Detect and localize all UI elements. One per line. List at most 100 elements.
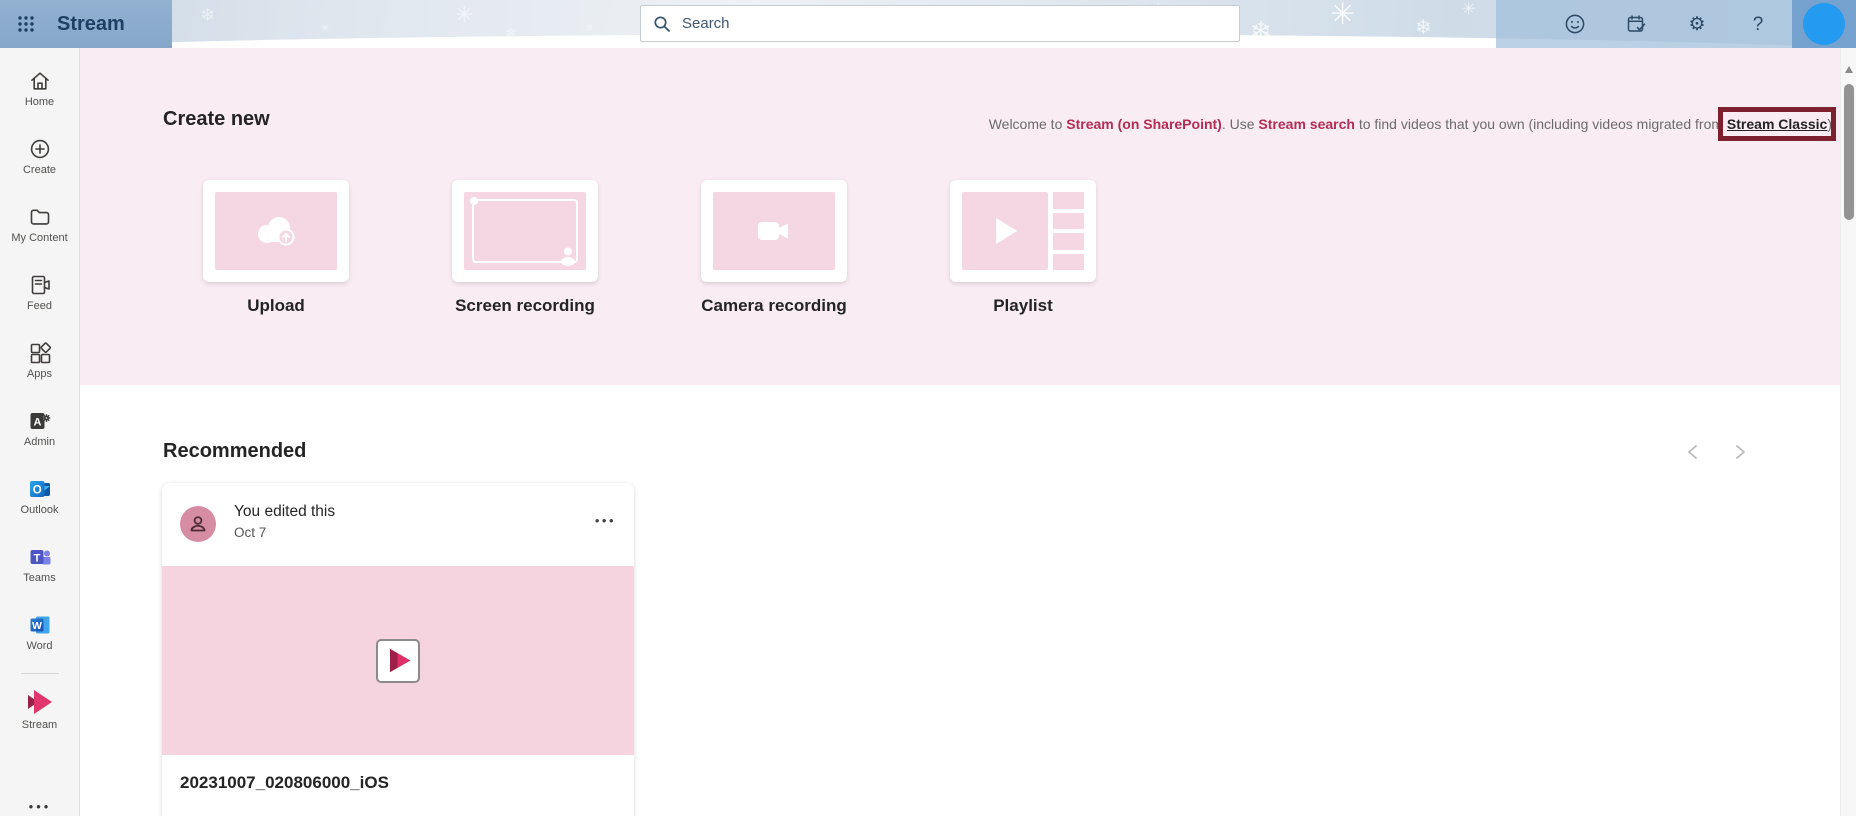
create-card-label: Screen recording bbox=[455, 296, 595, 316]
avatar[interactable] bbox=[1803, 3, 1845, 45]
play-triangle-icon bbox=[996, 218, 1017, 244]
snowflake-decoration: ❄ bbox=[1415, 18, 1432, 38]
video-card[interactable]: You edited this Oct 7 ••• 20231007_02080… bbox=[162, 483, 634, 816]
svg-text:O: O bbox=[32, 485, 41, 497]
record-dot-icon bbox=[470, 197, 478, 205]
help-icon[interactable]: ? bbox=[1746, 12, 1770, 36]
upload-card[interactable]: Upload bbox=[203, 180, 349, 316]
sidebar-item-admin[interactable]: A Admin bbox=[0, 409, 80, 448]
video-thumbnail[interactable] bbox=[162, 566, 634, 755]
plus-circle-icon bbox=[28, 137, 52, 161]
scrollbar-thumb[interactable] bbox=[1844, 84, 1854, 220]
apps-icon bbox=[28, 341, 52, 365]
create-card-label: Upload bbox=[247, 296, 305, 316]
carousel-next-button[interactable] bbox=[1729, 442, 1749, 462]
account-block bbox=[1792, 0, 1856, 48]
sidebar-item-word[interactable]: W Word bbox=[0, 613, 80, 652]
play-triangle-icon bbox=[390, 649, 411, 673]
video-title: 20231007_020806000_iOS bbox=[162, 755, 634, 811]
snowflake-decoration: ✳ bbox=[320, 22, 330, 34]
sidebar-item-label: Home bbox=[25, 96, 54, 108]
svg-text:T: T bbox=[33, 552, 40, 564]
welcome-text: ) bbox=[1827, 116, 1832, 132]
word-icon: W bbox=[28, 613, 52, 637]
stream-logo-icon bbox=[25, 686, 55, 716]
scroll-up-arrow[interactable] bbox=[1845, 66, 1853, 73]
search-icon bbox=[653, 15, 671, 33]
settings-gear-icon[interactable]: ⚙ bbox=[1685, 12, 1709, 36]
sidebar-item-label: Outlook bbox=[21, 504, 59, 516]
sidebar-item-feed[interactable]: Feed bbox=[0, 273, 80, 312]
camera-recording-card[interactable]: Camera recording bbox=[701, 180, 847, 316]
create-new-title: Create new bbox=[163, 108, 270, 131]
avatar bbox=[180, 506, 216, 542]
app-launcher-icon[interactable] bbox=[17, 15, 35, 33]
vertical-scrollbar[interactable] bbox=[1840, 48, 1856, 816]
admin-icon: A bbox=[28, 409, 52, 433]
outlook-icon: O bbox=[28, 477, 52, 501]
activity-date: Oct 7 bbox=[234, 525, 266, 540]
sidebar-item-my-content[interactable]: My Content bbox=[0, 205, 80, 244]
sidebar-item-outlook[interactable]: O Outlook bbox=[0, 477, 80, 516]
sidebar-item-label: Admin bbox=[24, 436, 55, 448]
search-input[interactable] bbox=[682, 15, 1227, 32]
sidebar-item-label: Feed bbox=[27, 300, 52, 312]
svg-text:W: W bbox=[32, 620, 42, 632]
welcome-text: . Use bbox=[1222, 116, 1259, 132]
create-new-section: Create new Welcome to Stream (on SharePo… bbox=[80, 48, 1840, 385]
app-title: Stream bbox=[57, 13, 125, 36]
presenter-icon bbox=[555, 245, 581, 267]
sidebar-item-label: Apps bbox=[27, 368, 52, 380]
playlist-card[interactable]: Playlist bbox=[950, 180, 1096, 316]
snowflake-decoration: ✳ bbox=[455, 4, 473, 26]
sidebar-divider bbox=[21, 673, 59, 674]
sidebar-more-button[interactable]: ••• bbox=[0, 799, 80, 814]
sidebar-item-label: Stream bbox=[22, 719, 57, 731]
sidebar-item-label: Create bbox=[23, 164, 56, 176]
video-card-header: You edited this Oct 7 ••• bbox=[162, 483, 634, 566]
sidebar-item-label: Word bbox=[26, 640, 52, 652]
sidebar-item-home[interactable]: Home bbox=[0, 69, 80, 108]
play-button[interactable] bbox=[376, 639, 420, 683]
topbar-icon-group: ⚙ ? bbox=[1496, 0, 1792, 48]
snowflake-decoration: ❄ bbox=[200, 6, 215, 24]
feed-icon bbox=[28, 273, 52, 297]
sidebar-item-apps[interactable]: Apps bbox=[0, 341, 80, 380]
sidebar-item-create[interactable]: Create bbox=[0, 137, 80, 176]
stream-on-sharepoint-link[interactable]: Stream (on SharePoint) bbox=[1066, 116, 1222, 132]
create-card-label: Camera recording bbox=[701, 296, 847, 316]
sidebar-item-teams[interactable]: T Teams bbox=[0, 545, 80, 584]
welcome-text: to find videos that you own (including v… bbox=[1355, 116, 1727, 132]
sidebar-item-label: My Content bbox=[11, 232, 67, 244]
screen-recording-card[interactable]: Screen recording bbox=[452, 180, 598, 316]
person-icon bbox=[187, 513, 209, 535]
snowflake-decoration: ✳ bbox=[1462, 2, 1475, 18]
feedback-smiley-icon[interactable] bbox=[1563, 12, 1587, 36]
stream-classic-link[interactable]: Stream Classic bbox=[1727, 116, 1827, 132]
folder-icon bbox=[28, 205, 52, 229]
snowflake-decoration: ✳ bbox=[1330, 0, 1355, 30]
welcome-text: Welcome to bbox=[989, 116, 1067, 132]
snowflake-decoration: ❄ bbox=[585, 24, 593, 34]
stream-search-link[interactable]: Stream search bbox=[1258, 116, 1355, 132]
sidebar-item-label: Teams bbox=[23, 572, 55, 584]
home-icon bbox=[28, 69, 52, 93]
sidebar-item-stream[interactable]: Stream bbox=[0, 686, 80, 731]
top-bar: ❄ ✳ ✳ ❄ ❄ ❄ ✳ ❄ ✳ ❄ ✳ ❄ ✳ Stream bbox=[0, 0, 1856, 48]
whats-new-calendar-icon[interactable] bbox=[1624, 12, 1648, 36]
teams-icon: T bbox=[28, 545, 52, 569]
carousel-previous-button[interactable] bbox=[1684, 442, 1704, 462]
sidebar: Home Create My Content Feed bbox=[0, 48, 80, 816]
welcome-message: Welcome to Stream (on SharePoint). Use S… bbox=[989, 114, 1832, 134]
brand-block: Stream bbox=[0, 0, 172, 48]
stream-app: ❄ ✳ ✳ ❄ ❄ ❄ ✳ ❄ ✳ ❄ ✳ ❄ ✳ Stream bbox=[0, 0, 1856, 816]
camera-icon bbox=[757, 218, 791, 244]
activity-text: You edited this bbox=[234, 503, 335, 521]
cloud-upload-icon bbox=[252, 214, 300, 248]
more-options-button[interactable]: ••• bbox=[595, 513, 616, 528]
search-box[interactable] bbox=[640, 5, 1240, 42]
playlist-strip-icon bbox=[1053, 192, 1084, 270]
recommended-title: Recommended bbox=[163, 440, 306, 463]
create-cards-row: Upload Screen recording bbox=[203, 180, 1096, 316]
create-card-label: Playlist bbox=[993, 296, 1053, 316]
